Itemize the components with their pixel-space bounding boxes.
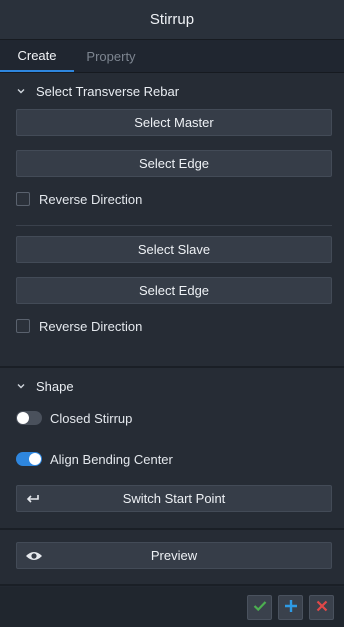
transverse-section: Select Transverse Rebar Select Master Se… — [0, 73, 344, 368]
check-icon — [253, 600, 267, 615]
tab-create[interactable]: Create — [0, 40, 74, 72]
reverse-direction-label-2: Reverse Direction — [39, 318, 143, 334]
preview-section: Preview — [0, 530, 344, 586]
align-bending-center-row[interactable]: Align Bending Center — [0, 445, 344, 473]
chevron-down-icon — [14, 84, 28, 98]
switch-start-point-button[interactable]: Switch Start Point — [16, 485, 332, 512]
chevron-down-icon — [14, 379, 28, 393]
align-bending-center-toggle[interactable] — [16, 452, 42, 466]
tab-bar: Create Property — [0, 40, 344, 73]
reverse-direction-row-2[interactable]: Reverse Direction — [0, 312, 344, 340]
panel-title: Stirrup — [0, 0, 344, 40]
plus-icon — [284, 599, 298, 616]
tab-property[interactable]: Property — [74, 40, 148, 72]
divider — [16, 225, 332, 226]
eye-icon — [25, 550, 43, 562]
return-arrow-icon — [25, 493, 41, 505]
cancel-button[interactable] — [309, 594, 334, 620]
closed-stirrup-toggle[interactable] — [16, 411, 42, 425]
closed-stirrup-row[interactable]: Closed Stirrup — [0, 404, 344, 432]
reverse-direction-checkbox-2[interactable] — [16, 319, 30, 333]
ok-button[interactable] — [247, 594, 272, 620]
select-edge-button-1[interactable]: Select Edge — [16, 150, 332, 177]
preview-button[interactable]: Preview — [16, 542, 332, 569]
align-bending-center-label: Align Bending Center — [50, 451, 173, 467]
shape-section: Shape Closed Stirrup Align Bending Cente… — [0, 368, 344, 530]
shape-header[interactable]: Shape — [0, 368, 344, 404]
shape-header-label: Shape — [36, 378, 74, 394]
switch-start-point-label: Switch Start Point — [122, 491, 226, 506]
closed-stirrup-label: Closed Stirrup — [50, 410, 133, 426]
reverse-direction-label-1: Reverse Direction — [39, 191, 143, 207]
transverse-header-label: Select Transverse Rebar — [36, 83, 180, 99]
select-master-button[interactable]: Select Master — [16, 109, 332, 136]
close-icon — [316, 600, 328, 615]
footer-bar — [0, 587, 344, 627]
reverse-direction-row-1[interactable]: Reverse Direction — [0, 185, 344, 213]
reverse-direction-checkbox-1[interactable] — [16, 192, 30, 206]
stirrup-panel: Stirrup Create Property Select Transvers… — [0, 0, 344, 627]
select-edge-button-2[interactable]: Select Edge — [16, 277, 332, 304]
select-slave-button[interactable]: Select Slave — [16, 236, 332, 263]
transverse-header[interactable]: Select Transverse Rebar — [0, 73, 344, 109]
add-button[interactable] — [278, 594, 303, 620]
preview-label: Preview — [150, 548, 198, 563]
